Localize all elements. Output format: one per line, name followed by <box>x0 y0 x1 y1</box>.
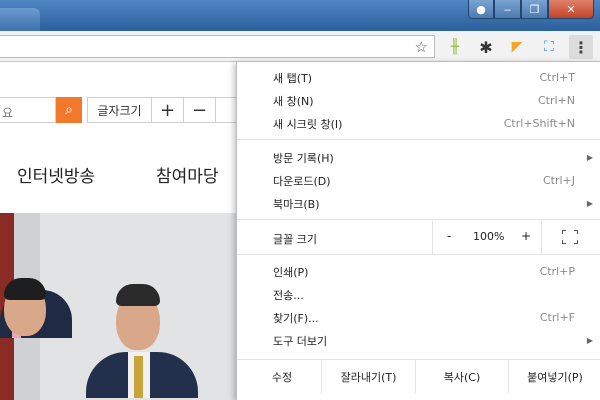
menu-item-downloads[interactable]: 다운로드(D) Ctrl+J <box>237 169 600 192</box>
extension-screenshot-icon[interactable]: ⛶ <box>540 38 558 56</box>
fullscreen-icon[interactable] <box>562 230 578 244</box>
cut-button[interactable]: 잘라내기(T) <box>321 360 415 393</box>
chrome-menu-button[interactable]: ⋮ <box>569 35 593 59</box>
nav-participation[interactable]: 참여마당 <box>156 162 219 187</box>
gear-icon[interactable]: ✱ <box>477 38 495 57</box>
font-size-increase-button[interactable]: + <box>152 98 184 122</box>
menu-item-more-tools[interactable]: 도구 더보기 ▶ <box>237 329 600 352</box>
maximize-icon: ❐ <box>529 2 540 16</box>
zoom-control: - 100% + <box>432 221 542 254</box>
close-button[interactable]: ✕ <box>548 0 594 19</box>
submenu-arrow-icon: ▶ <box>586 153 593 162</box>
minimize-icon: ‒ <box>504 2 511 16</box>
menu-item-find[interactable]: 찾기(F)... Ctrl+F <box>237 306 600 329</box>
extension-flag-icon[interactable]: ◤ <box>508 38 526 56</box>
menu-item-shortcut: Ctrl+T <box>539 71 575 84</box>
menu-item-label: 다운로드(D) <box>273 174 331 188</box>
font-size-decrease-button[interactable]: − <box>184 98 216 122</box>
menu-item-shortcut: Ctrl+P <box>539 265 575 278</box>
menu-item-new-incognito-window[interactable]: 새 시크릿 창(I) Ctrl+Shift+N <box>237 112 600 135</box>
extension-ladder-icon[interactable]: ╫ <box>446 38 464 56</box>
zoom-out-button[interactable]: - <box>447 229 451 243</box>
menu-item-label: 도구 더보기 <box>273 334 328 348</box>
menu-item-shortcut: Ctrl+Shift+N <box>503 117 575 130</box>
menu-item-print[interactable]: 인쇄(P) Ctrl+P <box>237 260 600 283</box>
nav-internet-broadcast[interactable]: 인터넷방송 <box>17 162 95 187</box>
zoom-label: 글꼴 크기 <box>273 233 317 246</box>
search-button[interactable]: ⌕ <box>56 97 82 123</box>
window-title-bar: ● ‒ ❐ ✕ <box>0 0 600 31</box>
menu-item-label: 새 탭(T) <box>273 71 313 85</box>
menu-separator <box>237 254 600 255</box>
menu-item-new-window[interactable]: 새 창(N) Ctrl+N <box>237 89 600 112</box>
menu-item-shortcut: Ctrl+J <box>542 174 575 187</box>
menu-item-label: 방문 기록(H) <box>273 151 334 165</box>
menu-separator <box>237 139 600 140</box>
zoom-value: 100% <box>473 230 505 243</box>
menu-item-shortcut: Ctrl+N <box>537 94 575 107</box>
menu-item-bookmarks[interactable]: 북마크(B) ▶ <box>237 192 600 215</box>
browser-tab[interactable] <box>0 8 40 31</box>
menu-separator <box>237 219 600 220</box>
submenu-arrow-icon: ▶ <box>586 199 593 208</box>
minimize-button[interactable]: ‒ <box>494 0 521 19</box>
maximize-button[interactable]: ❐ <box>521 0 548 19</box>
search-icon: ⌕ <box>65 102 73 118</box>
user-profile-button[interactable]: ● <box>468 0 494 19</box>
menu-item-cast[interactable]: 전송... <box>237 283 600 306</box>
copy-button[interactable]: 복사(C) <box>415 360 508 393</box>
address-bar[interactable]: ☆ <box>0 35 435 58</box>
menu-item-history[interactable]: 방문 기록(H) ▶ <box>237 146 600 169</box>
submenu-arrow-icon: ▶ <box>586 336 593 345</box>
paste-button[interactable]: 붙여넣기(P) <box>508 360 600 393</box>
menu-edit-row: 수정 잘라내기(T) 복사(C) 붙여넣기(P) <box>237 359 600 393</box>
font-size-label: 글자크기 <box>88 98 152 122</box>
menu-item-label: 전송... <box>273 288 304 302</box>
site-search-input[interactable]: 요 <box>0 97 56 123</box>
menu-item-new-tab[interactable]: 새 탭(T) Ctrl+T <box>237 66 600 89</box>
user-icon: ● <box>476 2 486 16</box>
edit-label: 수정 <box>271 370 293 384</box>
menu-item-shortcut: Ctrl+F <box>539 311 575 324</box>
menu-item-label: 북마크(B) <box>273 197 320 211</box>
font-size-control: 글자크기 + − <box>87 97 240 123</box>
browser-toolbar: ☆ ╫ ✱ ◤ ⛶ ⋮ <box>0 31 600 62</box>
menu-zoom-row: 글꼴 크기 - 100% + <box>237 221 600 254</box>
close-icon: ✕ <box>566 2 576 16</box>
star-icon[interactable]: ☆ <box>415 38 428 56</box>
photo-tie-center <box>134 356 143 398</box>
menu-item-label: 새 창(N) <box>273 94 314 108</box>
photo-hair-left <box>4 278 46 300</box>
window-controls: ● ‒ ❐ ✕ <box>468 0 594 19</box>
zoom-in-button[interactable]: + <box>521 229 531 243</box>
chrome-main-menu: 새 탭(T) Ctrl+T 새 창(N) Ctrl+N 새 시크릿 창(I) C… <box>236 61 600 400</box>
photo-hair-center <box>116 284 160 306</box>
menu-item-label: 찾기(F)... <box>273 311 319 325</box>
menu-item-label: 새 시크릿 창(I) <box>273 117 343 131</box>
menu-item-label: 인쇄(P) <box>273 265 309 279</box>
